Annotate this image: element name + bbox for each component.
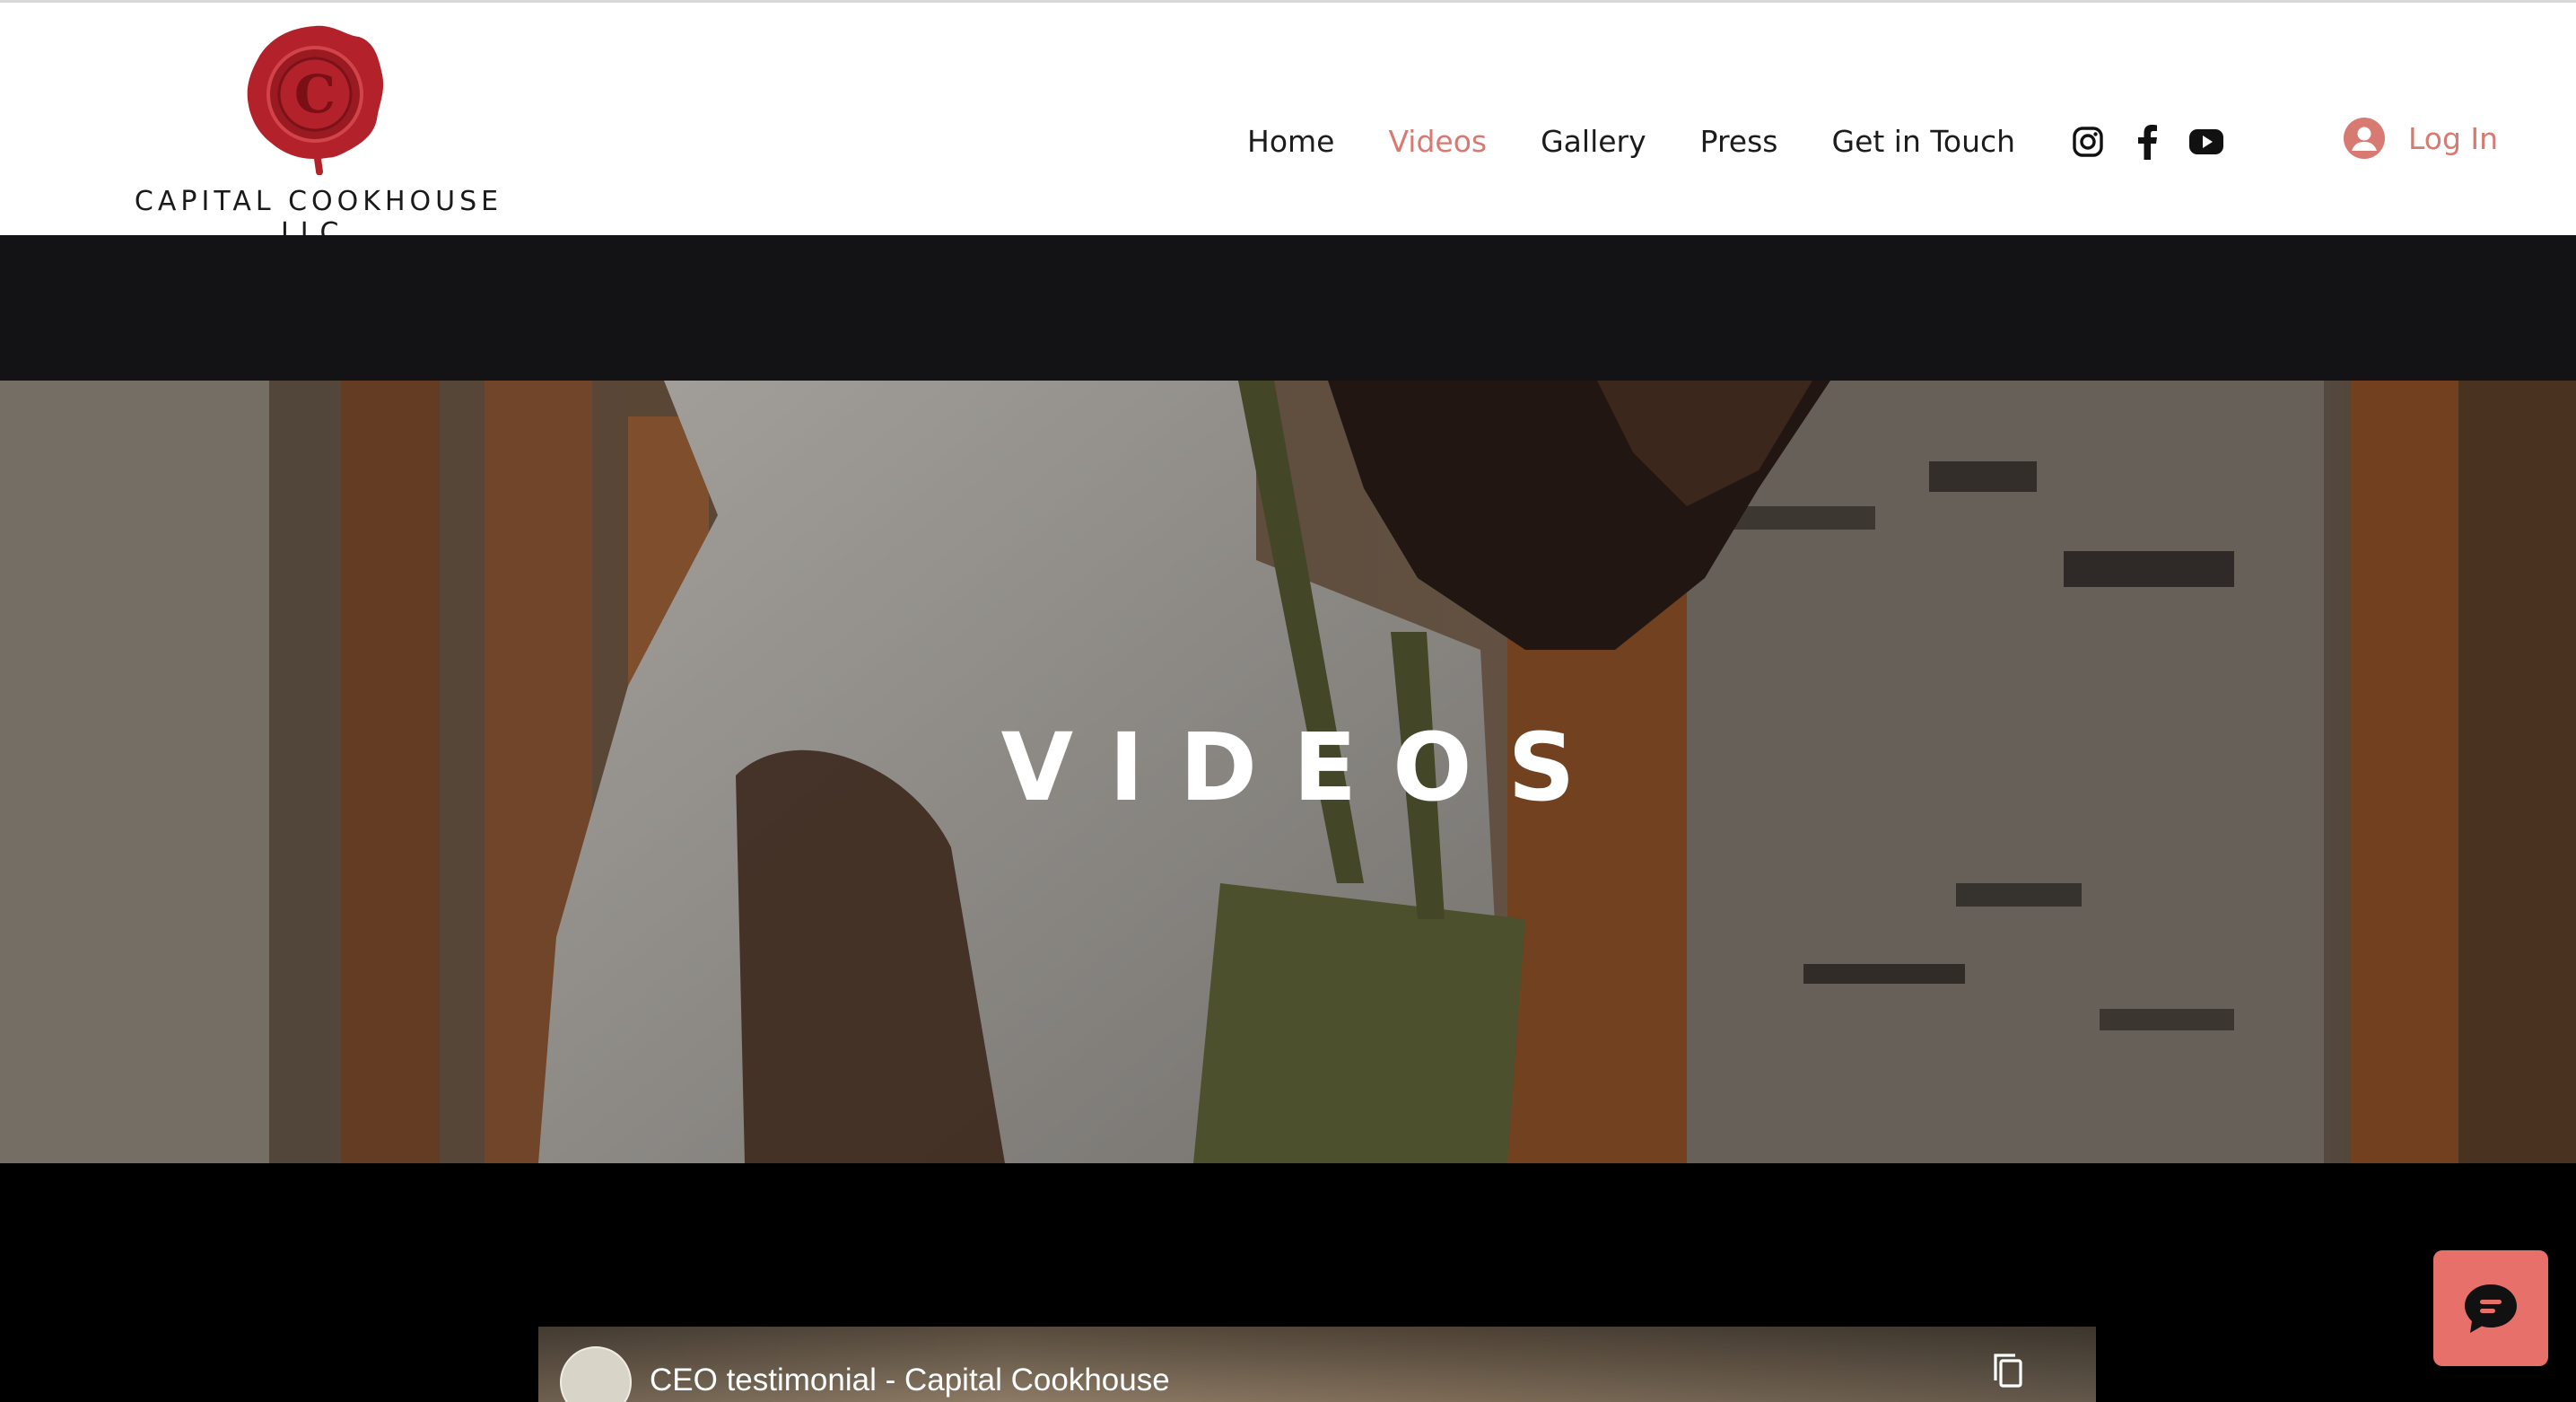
copy-link-icon[interactable] [1990,1350,2026,1391]
chat-bubble-icon [2465,1284,2517,1333]
video-title[interactable]: CEO testimonial - Capital Cookhouse [650,1363,1170,1398]
video-section: CEO testimonial - Capital Cookhouse [0,1163,2576,1402]
wax-seal-logo-icon: C [247,25,384,175]
header-spacer-strip [0,235,2576,381]
nav-press[interactable]: Press [1700,124,1778,159]
nav-get-in-touch[interactable]: Get in Touch [1832,124,2016,159]
site-header: C CAPITAL COOKHOUSE LLC. Home Videos Gal… [0,0,2576,249]
instagram-icon[interactable] [2069,123,2107,161]
social-links [2069,123,2247,161]
seal-letter: C [294,64,336,125]
page-title: VIDEOS [1000,713,1611,822]
hero-banner: VIDEOS [0,381,2576,1163]
nav-gallery[interactable]: Gallery [1541,124,1646,159]
user-avatar-icon [2344,118,2385,159]
chat-button[interactable] [2433,1250,2548,1366]
logo[interactable]: C CAPITAL COOKHOUSE LLC. [99,19,538,249]
facebook-icon[interactable] [2128,123,2166,161]
nav-home[interactable]: Home [1247,124,1334,159]
main-nav: Home Videos Gallery Press Get in Touch [1247,118,2069,164]
youtube-icon[interactable] [2187,123,2225,161]
login-button[interactable]: Log In [2344,118,2498,159]
video-player[interactable]: CEO testimonial - Capital Cookhouse [538,1327,2096,1402]
login-label: Log In [2408,120,2499,156]
nav-videos[interactable]: Videos [1388,124,1487,159]
